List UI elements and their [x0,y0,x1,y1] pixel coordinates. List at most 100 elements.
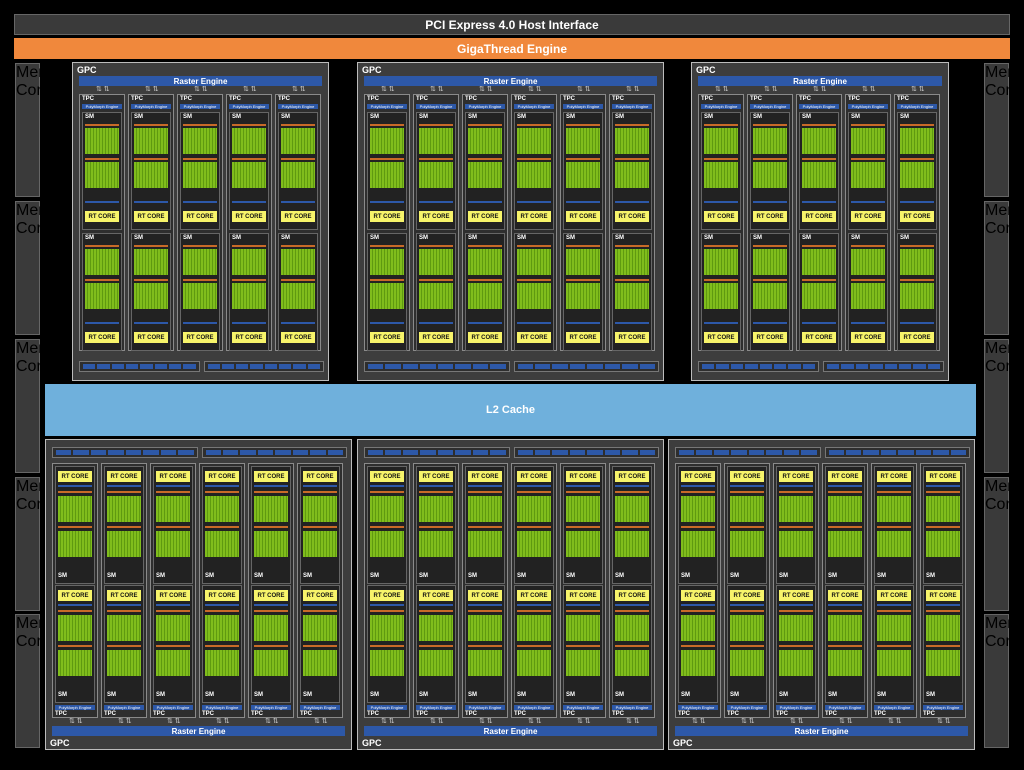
sm: RT CORE SM [776,466,816,584]
sm-partition-line [802,245,836,247]
memory-cell [154,364,167,369]
memory-cell [310,450,326,455]
rt-core: RT CORE [900,332,934,343]
sm-partition-line [566,610,600,612]
tpc: RT CORE SM RT CORE SM PolyMorph Engine TPC [364,463,410,718]
memory-cell [385,364,401,369]
cuda-cores [704,162,738,188]
sm: RT CORE SM [825,466,865,584]
memory-cell [56,450,72,455]
cuda-cores [134,249,168,275]
sm-partition-line [303,610,337,612]
cuda-cores [615,496,649,522]
tpc-label: TPC [897,96,909,102]
rt-core: RT CORE [107,590,141,601]
sm-partition-line [303,645,337,647]
polymorph-engine: PolyMorph Engine [750,104,790,109]
sm-partition-line [419,124,453,126]
sm-partition-line [517,279,551,281]
sm: RT CORE SM [612,585,652,703]
sm-partition-line [85,279,119,281]
cuda-cores [615,249,649,275]
sm-partition-line [779,491,813,493]
cuda-cores [681,531,715,557]
sm-partition-line [254,645,288,647]
sm-label: SM [419,114,428,120]
sm-label: SM [281,235,290,241]
arrow-icon: ⇅ ⇅ [764,86,778,93]
memory-cell [221,364,235,369]
cuda-cores [566,650,600,676]
rt-core: RT CORE [877,590,911,601]
sm-partition-line [704,279,738,281]
polymorph-engine: PolyMorph Engine [612,705,652,710]
sm-partition-line [753,245,787,247]
memory-cell [950,450,966,455]
memory-cell [639,450,655,455]
memory-cell [552,364,568,369]
cuda-cores [107,650,141,676]
memory-cell [490,364,506,369]
memory-cell [437,364,454,369]
sm: SM RT CORE [897,112,937,230]
sm: RT CORE SM [825,585,865,703]
tpc-label: TPC [776,711,788,717]
sm-partition-line [566,526,600,528]
memory-cell [679,450,695,455]
arrow-icon: ⇅ ⇅ [145,86,159,93]
tpc-label: TPC [55,711,67,717]
arrow-icon: ⇅ ⇅ [626,86,640,93]
memory-cell [731,450,747,455]
cuda-cores [615,650,649,676]
cuda-cores [58,496,92,522]
cuda-cores [370,531,404,557]
cuda-cores [232,249,266,275]
memory-cell [933,450,949,455]
sm-label: SM [926,573,935,579]
memory-cell [143,450,159,455]
tpc: RT CORE SM RT CORE SM PolyMorph Engine TPC [511,463,557,718]
sm-partition-line [900,158,934,160]
sm-load-store [156,604,190,606]
cuda-cores [926,650,960,676]
sm-label: SM [730,573,739,579]
cuda-cores [303,496,337,522]
sm-partition-line [615,279,649,281]
sm-label: SM [134,235,143,241]
cuda-cores [370,249,404,275]
memory-controller-label: Memory Controller [16,340,86,375]
tpc-label: TPC [367,96,379,102]
sm-label: SM [566,692,575,698]
memory-cell [455,450,471,455]
sm-load-store [779,604,813,606]
polymorph-engine: PolyMorph Engine [701,104,741,109]
cuda-cores [926,615,960,641]
memory-cell [90,450,107,455]
raster-engine: Raster Engine [364,726,657,736]
rt-core: RT CORE [615,590,649,601]
sm-load-store [566,322,600,324]
sm-partition-line [566,158,600,160]
cuda-cores [753,283,787,309]
raster-engine: Raster Engine [364,76,657,86]
sm: RT CORE SM [104,466,144,584]
sm-partition-line [681,645,715,647]
cuda-cores [517,128,551,154]
tpc-label: TPC [923,711,935,717]
memory-interface [364,361,510,372]
sm-label: SM [828,573,837,579]
sm-partition-line [615,610,649,612]
sm: RT CORE SM [465,466,505,584]
memory-cell [802,364,815,369]
rt-core: RT CORE [468,471,502,482]
polymorph-engine: PolyMorph Engine [131,104,171,109]
sm: SM RT CORE [229,112,269,230]
polymorph-engine: PolyMorph Engine [104,705,144,710]
sm-partition-line [419,526,453,528]
sm: RT CORE SM [874,585,914,703]
memory-controller-label: Memory Controller [985,64,1024,99]
sm-label: SM [205,573,214,579]
arrow-icon: ⇅ ⇅ [715,86,729,93]
tpc: RT CORE SM RT CORE SM PolyMorph Engine TPC [150,463,196,718]
polymorph-engine: PolyMorph Engine [82,104,122,109]
